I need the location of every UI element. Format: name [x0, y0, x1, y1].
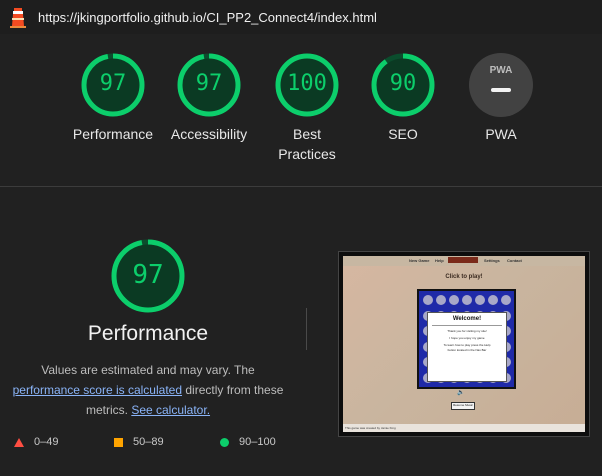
- square-icon: [114, 437, 123, 447]
- screenshot-nav: New Game Help Settings Contact: [343, 256, 585, 266]
- modal-line: I hope you enjoy my game: [449, 336, 485, 340]
- speaker-icon: 🔈: [457, 390, 465, 396]
- legend-pass: 90–100: [220, 436, 276, 448]
- screenshot-button: Resume Music: [451, 402, 475, 410]
- section-divider: [0, 186, 602, 187]
- best-practices-gauge[interactable]: 100 Best Practices: [264, 52, 350, 164]
- score-calculated-link[interactable]: performance score is calculated: [13, 383, 182, 397]
- desc-text-1: Values are estimated and may vary. The: [41, 363, 255, 377]
- board-hole: [436, 295, 446, 305]
- performance-detail-score: 97: [132, 260, 164, 290]
- best-practices-label-line2: Practices: [278, 146, 336, 162]
- screenshot-footer: This game was created by Jamie King: [343, 424, 585, 432]
- seo-score: 90: [389, 71, 417, 96]
- screenshot-nav-item: Contact: [507, 258, 522, 263]
- desc-text-2: directly from these: [185, 383, 284, 397]
- pwa-badge-text: PWA: [489, 65, 513, 76]
- screenshot-logo: [448, 257, 478, 263]
- pwa-label: PWA: [485, 126, 517, 142]
- screenshot-heading: Click to play!: [445, 274, 483, 280]
- accessibility-gauge[interactable]: 97 Accessibility: [164, 52, 254, 144]
- desc-text-3: metrics.: [85, 403, 128, 417]
- circle-icon: [220, 437, 229, 447]
- board-hole: [501, 295, 511, 305]
- performance-title: Performance: [87, 322, 209, 345]
- modal-line: To learn how to play press the Help: [443, 343, 491, 347]
- accessibility-label: Accessibility: [170, 126, 248, 142]
- vertical-separator: [306, 308, 307, 350]
- screenshot-nav-item: New Game: [409, 258, 430, 263]
- board-hole: [449, 295, 459, 305]
- seo-gauge[interactable]: 90 SEO: [360, 52, 446, 144]
- lighthouse-logo-icon: [10, 8, 26, 28]
- legend-pass-range: 90–100: [239, 436, 276, 448]
- see-calculator-link[interactable]: See calculator.: [131, 403, 210, 417]
- modal-title: Welcome!: [452, 316, 482, 322]
- legend-average: 50–89: [114, 436, 164, 448]
- accessibility-score: 97: [195, 71, 223, 96]
- best-practices-label: Best Practices: [264, 124, 350, 164]
- final-screenshot[interactable]: New Game Help Settings Contact Click to …: [339, 252, 589, 436]
- performance-score: 97: [99, 71, 127, 96]
- report-url[interactable]: https://jkingportfolio.github.io/CI_PP2_…: [38, 10, 377, 25]
- screenshot-content: New Game Help Settings Contact Click to …: [343, 256, 585, 432]
- triangle-icon: [14, 437, 24, 447]
- legend-average-range: 50–89: [133, 436, 164, 448]
- legend-fail: 0–49: [14, 436, 58, 448]
- seo-label: SEO: [388, 126, 418, 142]
- best-practices-label-line1: Best: [292, 126, 321, 142]
- welcome-modal: Welcome! Thank you for visiting my site!…: [427, 312, 507, 382]
- screenshot-nav-item: Help: [435, 258, 444, 263]
- report-header: https://jkingportfolio.github.io/CI_PP2_…: [0, 0, 602, 34]
- screenshot-footer-text: This game was created by Jamie King: [345, 426, 396, 430]
- board-hole: [462, 295, 472, 305]
- performance-gauge[interactable]: 97 Performance: [70, 52, 156, 144]
- modal-line: Thank you for visiting my site!: [447, 329, 487, 333]
- performance-label: Performance: [72, 126, 154, 142]
- modal-rule: [432, 325, 502, 326]
- best-practices-score: 100: [287, 71, 327, 96]
- performance-description: Values are estimated and may vary. The p…: [6, 360, 290, 420]
- board-hole: [488, 295, 498, 305]
- board-hole: [475, 295, 485, 305]
- legend-fail-range: 0–49: [34, 436, 59, 448]
- pwa-gauge[interactable]: PWA PWA: [458, 52, 544, 144]
- pwa-badge-icon: [469, 53, 533, 117]
- performance-detail-gauge: 97: [110, 238, 186, 314]
- board-hole: [423, 295, 433, 305]
- screenshot-nav-item: Settings: [484, 258, 500, 263]
- modal-line: button located in the Nav Bar: [447, 348, 487, 352]
